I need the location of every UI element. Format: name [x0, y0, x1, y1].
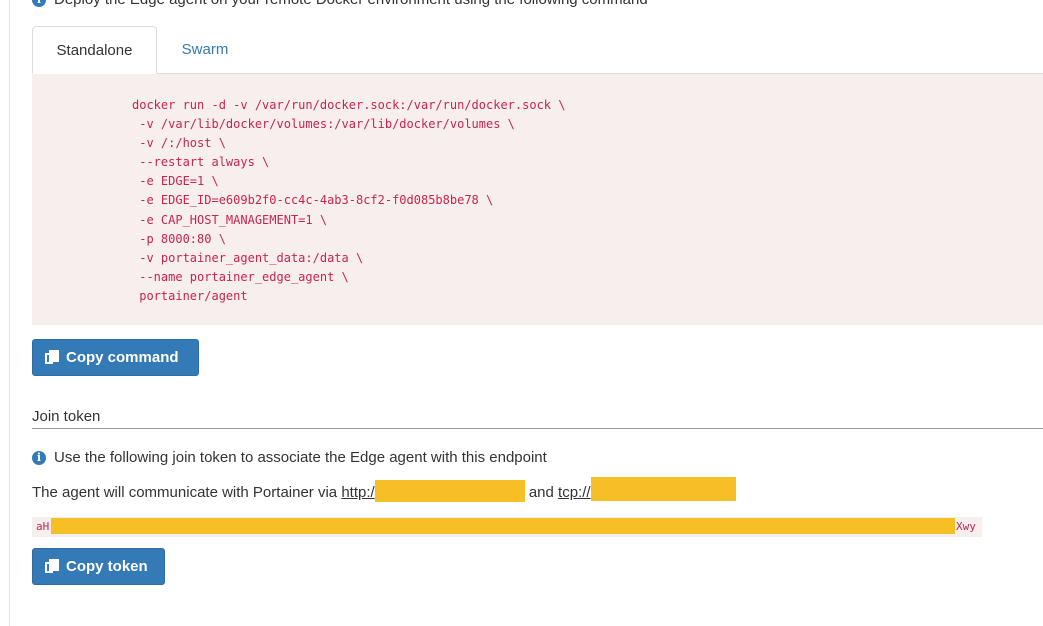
join-token-value: aH Xwy [32, 517, 982, 537]
docker-command-code: docker run -d -v /var/run/docker.sock:/v… [32, 74, 1043, 325]
redacted-tcp-url [590, 477, 736, 501]
copy-command-button[interactable]: Copy command [32, 339, 199, 376]
deploy-hint: i Deploy the Edge agent on your remote D… [32, 0, 648, 8]
deploy-tabs: Standalone Swarm [32, 26, 1043, 74]
tab-swarm[interactable]: Swarm [162, 26, 248, 73]
token-start: aH [36, 520, 50, 533]
tcp-url-link[interactable]: tcp:// [558, 477, 736, 501]
copy-token-button[interactable]: Copy token [32, 548, 165, 585]
join-token-hint: i Use the following join token to associ… [32, 449, 547, 466]
section-divider [32, 428, 1043, 429]
redacted-http-url [374, 480, 525, 502]
panel-left-border [9, 0, 10, 626]
join-token-hint-text: Use the following join token to associat… [54, 449, 547, 466]
deploy-hint-text: Deploy the Edge agent on your remote Doc… [54, 0, 648, 8]
redacted-token [51, 518, 955, 534]
info-circle-icon: i [32, 0, 46, 7]
info-circle-icon: i [32, 450, 46, 465]
copy-icon [45, 350, 59, 365]
communication-line: The agent will communicate with Portaine… [32, 477, 736, 503]
http-url-link[interactable]: http:/ [341, 480, 525, 502]
command-lines: docker run -d -v /var/run/docker.sock:/v… [132, 98, 566, 303]
copy-icon [45, 559, 59, 574]
join-token-title: Join token [32, 408, 101, 425]
token-end: Xwy [956, 520, 976, 533]
tab-standalone[interactable]: Standalone [32, 26, 157, 74]
